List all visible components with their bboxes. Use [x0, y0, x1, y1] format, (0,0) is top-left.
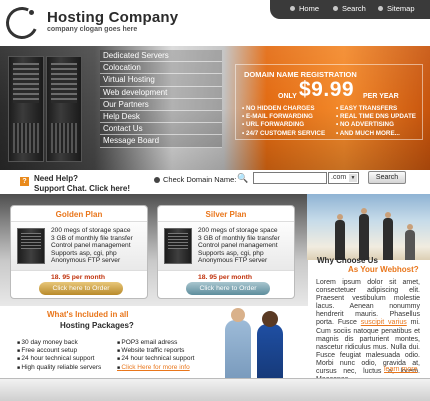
domain-promo[interactable]: DOMAIN NAME REGISTRATION ONLY $9.99 PER …: [235, 64, 423, 140]
included-subtitle: Hosting Packages?: [60, 321, 134, 330]
support-chat-link[interactable]: Support Chat. Click here!: [34, 184, 130, 193]
more-info-link[interactable]: Click Here for more info: [117, 364, 194, 372]
header: Hosting Company company clogan goes here…: [0, 0, 430, 46]
promo-features-left: NO HIDDEN CHARGES E-MAIL FORWARDING URL …: [242, 105, 325, 138]
chevron-down-icon: ▼: [349, 174, 357, 182]
plan-features: 200 megs of storage space 3 GB of monthl…: [198, 227, 280, 265]
bullet-icon: [154, 177, 160, 183]
menu-item-contact-us[interactable]: Contact Us: [100, 123, 222, 136]
logo-icon: [1, 2, 43, 44]
top-nav: Home Search Sitemap: [270, 0, 430, 19]
golden-plan-card: Golden Plan 200 megs of storage space 3 …: [10, 205, 148, 299]
plan-title: Golden Plan: [55, 210, 103, 219]
business-people-photo: [307, 194, 430, 260]
search-button[interactable]: Search: [368, 171, 406, 184]
included-list-right: POP3 email adress Website traffic report…: [117, 339, 194, 372]
server-rack-image: [8, 56, 44, 162]
promo-per-year: PER YEAR: [363, 93, 399, 100]
silver-order-button[interactable]: Click here to Order: [186, 282, 270, 295]
menu-item-help-desk[interactable]: Help Desk: [100, 110, 222, 124]
nav-sitemap[interactable]: Sitemap: [378, 4, 415, 13]
bullet-icon: [378, 6, 383, 11]
nav-home[interactable]: Home: [290, 4, 319, 13]
tld-select[interactable]: .com ▼: [328, 172, 359, 184]
bullet-icon: [290, 6, 295, 11]
nav-search[interactable]: Search: [333, 4, 366, 13]
promo-only: ONLY: [278, 93, 297, 100]
silver-plan-card: Silver Plan 200 megs of storage space 3 …: [157, 205, 295, 299]
plan-features: 200 megs of storage space 3 GB of monthl…: [51, 227, 133, 265]
menu-item-dedicated-servers[interactable]: Dedicated Servers: [100, 50, 222, 63]
menu-item-message-board[interactable]: Message Board: [100, 135, 222, 148]
promo-features-right: EASY TRANSFERS REAL TIME DNS UPDATE NO A…: [336, 105, 416, 138]
why-title: Why Choose Us: [317, 256, 378, 265]
plan-title: Silver Plan: [205, 210, 247, 219]
menu-item-our-partners[interactable]: Our Partners: [100, 98, 222, 111]
people-photo: [210, 306, 300, 378]
main-menu: Dedicated Servers Colocation Virtual Hos…: [100, 50, 222, 148]
golden-order-button[interactable]: Click here to Order: [39, 282, 123, 295]
included-list-left: 30 day money back Free account setup 24 …: [17, 339, 101, 372]
server-image: [17, 228, 45, 264]
brand-name: Hosting Company: [47, 9, 179, 26]
suscipit-link[interactable]: suscipit varius: [361, 319, 407, 326]
server-rack-image: [46, 56, 82, 162]
menu-item-colocation[interactable]: Colocation: [100, 62, 222, 75]
promo-price: $9.99: [299, 78, 355, 101]
logo-dot-icon: [29, 10, 34, 15]
plan-price: 18. 95 per month: [198, 274, 253, 281]
why-subtitle: As Your Webhost?: [348, 265, 419, 274]
server-image: [164, 228, 192, 264]
magnifier-icon: 🔍: [237, 173, 249, 183]
footer: [0, 378, 430, 401]
domain-input[interactable]: [253, 172, 327, 184]
slogan: company clogan goes here: [47, 26, 138, 33]
menu-item-virtual-hosting[interactable]: Virtual Hosting: [100, 74, 222, 87]
check-domain-label: Check Domain Name:: [163, 175, 237, 184]
menu-item-web-development[interactable]: Web development: [100, 86, 222, 99]
included-title: What's Included in all: [47, 310, 129, 319]
plan-price: 18. 95 per month: [51, 274, 106, 281]
bullet-icon: [333, 6, 338, 11]
help-title: Need Help?: [34, 174, 79, 183]
help-icon: ?: [20, 177, 29, 186]
learn-more-link[interactable]: learn more: [384, 366, 417, 373]
